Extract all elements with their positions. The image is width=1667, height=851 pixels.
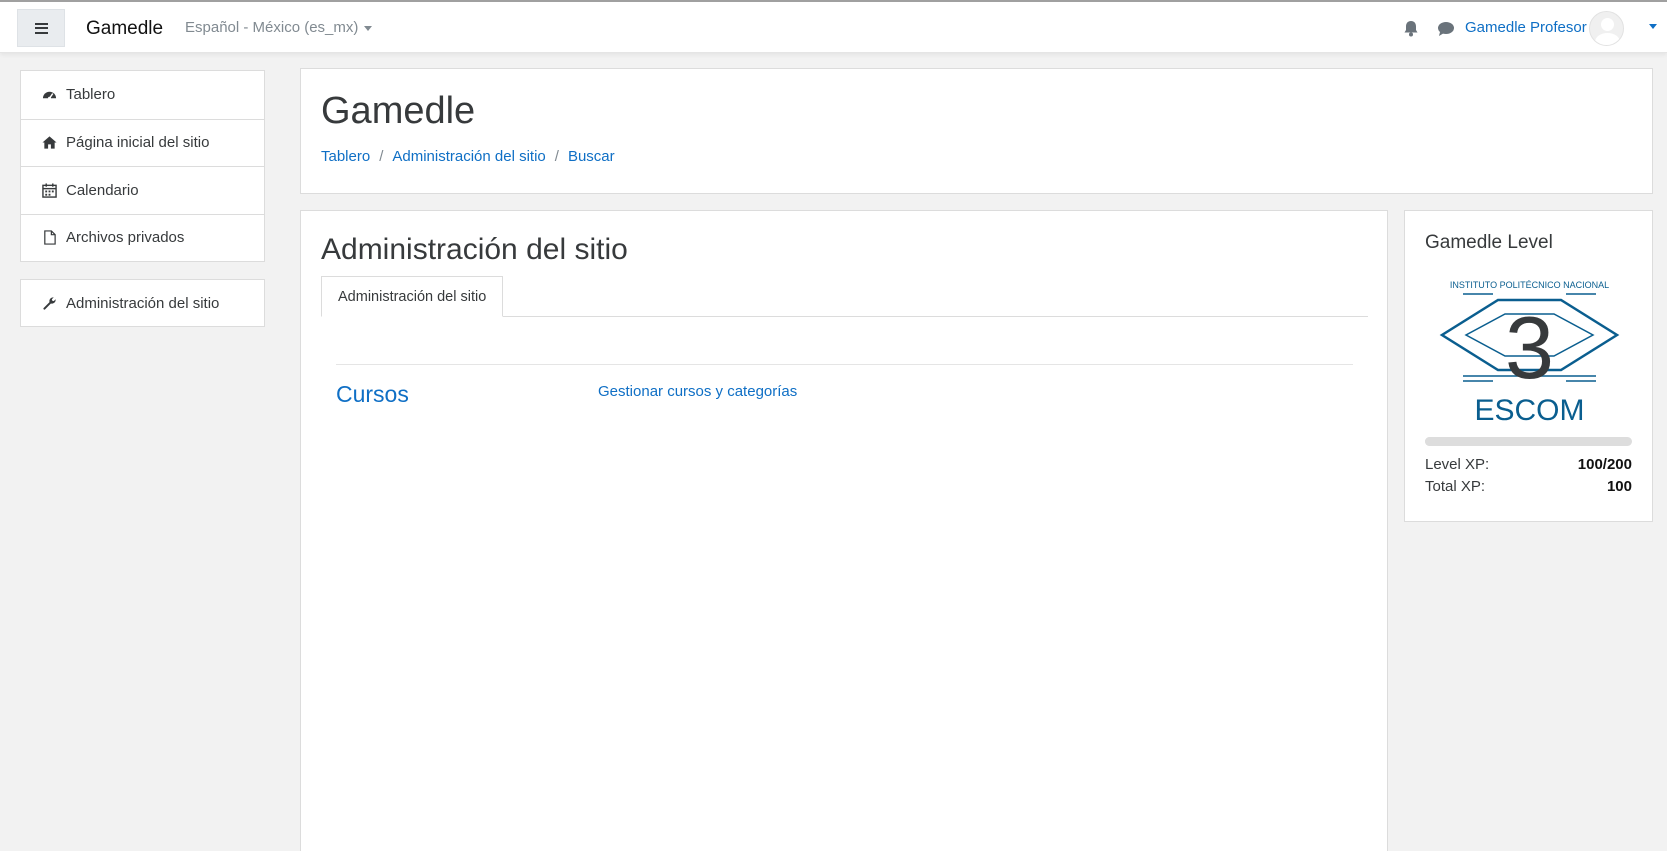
main-region: Administración del sitio Administración … xyxy=(300,210,1388,851)
file-icon xyxy=(44,230,56,245)
breadcrumb-separator: / xyxy=(554,148,559,165)
nav-item-label: Administración del sitio xyxy=(66,294,220,312)
page-header: Gamedle Tablero / Administración del sit… xyxy=(300,68,1653,194)
nav-item-label: Archivos privados xyxy=(66,229,185,247)
admin-tabs: Administración del sitio xyxy=(321,276,1368,317)
breadcrumb-link-search[interactable]: Buscar xyxy=(568,148,615,165)
level-xp-value: 100/200 xyxy=(1577,456,1632,473)
messages-chat-icon[interactable] xyxy=(1437,21,1455,37)
nav-drawer: Tablero Página inicial del sitio Calenda… xyxy=(0,53,284,851)
nav-item-label: Tablero xyxy=(66,86,116,104)
wrench-icon xyxy=(43,296,56,310)
logo-text-top: INSTITUTO POLITÉCNICO NACIONAL xyxy=(1450,280,1609,290)
user-menu-name[interactable]: Gamedle Profesor xyxy=(1465,19,1587,36)
nav-item-calendar[interactable]: Calendario xyxy=(21,166,264,214)
page-title: Gamedle xyxy=(321,90,476,132)
nav-item-label: Página inicial del sitio xyxy=(66,134,210,152)
user-menu-chevron-icon[interactable] xyxy=(1649,24,1657,29)
breadcrumb-link-tablero[interactable]: Tablero xyxy=(321,148,370,165)
category-title-link[interactable]: Cursos xyxy=(336,381,409,408)
nav-group-main: Tablero Página inicial del sitio Calenda… xyxy=(20,70,265,262)
xp-progress-fill xyxy=(1425,437,1529,446)
total-xp-value: 100 xyxy=(1606,478,1632,495)
breadcrumb-separator: / xyxy=(379,148,384,165)
nav-item-label: Calendario xyxy=(66,181,139,199)
chevron-down-icon xyxy=(364,25,373,31)
language-label: Español - México (es_mx) xyxy=(185,19,359,36)
total-xp-row: Total XP: 100 xyxy=(1425,478,1632,495)
escom-level-badge-icon: INSTITUTO POLITÉCNICO NACIONAL 3 ESCOM xyxy=(1439,280,1620,426)
drawer-toggle-button[interactable] xyxy=(17,9,65,47)
xp-progress-bar xyxy=(1425,437,1632,446)
tab-site-admin[interactable]: Administración del sitio xyxy=(321,276,504,317)
nav-item-tablero[interactable]: Tablero xyxy=(21,71,264,119)
block-title: Gamedle Level xyxy=(1425,232,1553,253)
calendar-icon xyxy=(42,183,57,198)
admin-category-row: Cursos Gestionar cursos y categorías xyxy=(336,364,1353,407)
total-xp-label: Total XP: xyxy=(1425,478,1486,495)
section-heading: Administración del sitio xyxy=(321,233,628,266)
level-number: 3 xyxy=(1505,298,1554,397)
home-icon xyxy=(42,136,57,149)
dashboard-icon xyxy=(42,91,57,100)
notifications-bell-icon[interactable] xyxy=(1403,20,1419,37)
nav-group-admin: Administración del sitio xyxy=(20,279,265,327)
breadcrumb-link-site-admin[interactable]: Administración del sitio xyxy=(392,148,545,165)
level-xp-label: Level XP: xyxy=(1425,456,1490,473)
site-brand-link[interactable]: Gamedle xyxy=(86,18,163,40)
hamburger-icon xyxy=(34,22,48,34)
nav-item-home[interactable]: Página inicial del sitio xyxy=(21,118,264,167)
logo-text-bottom: ESCOM xyxy=(1474,394,1584,426)
level-xp-row: Level XP: 100/200 xyxy=(1425,456,1632,473)
gamedle-level-block: Gamedle Level INSTITUTO POLITÉCNICO NACI… xyxy=(1404,210,1653,522)
user-avatar[interactable] xyxy=(1589,11,1624,46)
nav-item-site-admin[interactable]: Administración del sitio xyxy=(21,280,264,326)
top-navbar: Gamedle Español - México (es_mx) Gamedle… xyxy=(0,0,1667,53)
breadcrumb: Tablero / Administración del sitio / Bus… xyxy=(321,148,615,165)
language-menu[interactable]: Español - México (es_mx) xyxy=(185,19,373,36)
manage-courses-link[interactable]: Gestionar cursos y categorías xyxy=(598,383,797,400)
nav-item-private-files[interactable]: Archivos privados xyxy=(21,213,264,262)
